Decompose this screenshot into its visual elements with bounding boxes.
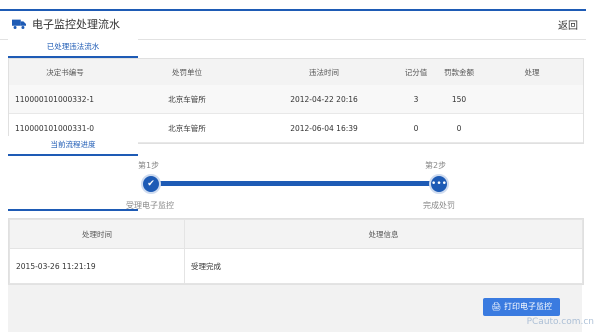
- progress-track: [150, 181, 440, 186]
- print-button[interactable]: 🖨 打印电子监控: [483, 298, 560, 316]
- column-header: 处罚单位: [121, 59, 253, 85]
- watermark: PCauto.com.cn: [526, 317, 594, 327]
- action-cell: [481, 85, 583, 114]
- table-row: 110000101000332-1 北京车管所 2012-04-22 20:16…: [9, 85, 583, 114]
- decision-number: 110000101000332-1: [9, 85, 121, 114]
- ellipsis-icon: •••: [429, 174, 449, 194]
- table-header-row: 决定书编号 处罚单位 违法时间 记分值 罚款金额 处理: [9, 59, 583, 85]
- violation-time: 2012-04-22 20:16: [253, 85, 395, 114]
- footer-bar: 🖨 打印电子监控: [8, 284, 582, 332]
- action-cell: [481, 113, 583, 143]
- history-table: 处理时间 处理信息 2015-03-26 11:21:19 受理完成: [9, 219, 583, 284]
- truck-icon: [12, 19, 26, 29]
- print-button-label: 打印电子监控: [504, 302, 552, 311]
- column-header: 决定书编号: [9, 59, 121, 85]
- tab-current-progress[interactable]: 当前流程进度: [8, 136, 138, 156]
- column-header: 违法时间: [253, 59, 395, 85]
- step2-name: 完成处罚: [423, 201, 455, 210]
- penalty-unit: 北京车管所: [121, 85, 253, 114]
- fine-amount: 0: [437, 113, 481, 143]
- process-time: 2015-03-26 11:21:19: [9, 248, 185, 284]
- violation-time: 2012-06-04 16:39: [253, 113, 395, 143]
- points: 0: [395, 113, 437, 143]
- history-panel: 处理时间 处理信息 2015-03-26 11:21:19 受理完成: [8, 218, 584, 285]
- points: 3: [395, 85, 437, 114]
- check-icon: ✔: [141, 174, 161, 194]
- step1-label: 第1步: [138, 161, 160, 170]
- page-title: 电子监控处理流水: [32, 18, 120, 31]
- penalty-unit: 北京车管所: [121, 113, 253, 143]
- printer-icon: 🖨: [491, 302, 502, 311]
- page-header: 电子监控处理流水 返回: [0, 9, 586, 40]
- column-header: 记分值: [395, 59, 437, 85]
- column-header: 罚款金额: [437, 59, 481, 85]
- violations-panel: 决定书编号 处罚单位 违法时间 记分值 罚款金额 处理 110000101000…: [8, 58, 584, 144]
- process-info: 受理完成: [184, 248, 583, 284]
- section-underline: [8, 209, 138, 211]
- table-header-row: 处理时间 处理信息: [9, 219, 583, 249]
- violations-table: 决定书编号 处罚单位 违法时间 记分值 罚款金额 处理 110000101000…: [9, 59, 583, 143]
- column-header: 处理时间: [9, 219, 185, 249]
- step2-label: 第2步: [425, 161, 447, 170]
- back-link[interactable]: 返回: [558, 17, 578, 32]
- column-header: 处理: [481, 59, 583, 85]
- fine-amount: 150: [437, 85, 481, 114]
- tab-processed-violations[interactable]: 已处理违法流水: [8, 38, 138, 58]
- column-header: 处理信息: [184, 219, 583, 249]
- table-row: 2015-03-26 11:21:19 受理完成: [9, 248, 583, 284]
